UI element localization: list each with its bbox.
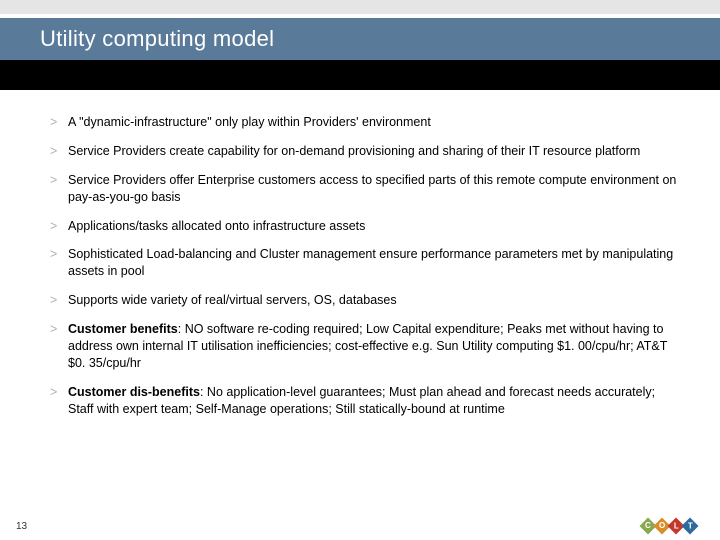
bullet-lead: Customer dis-benefits — [68, 385, 200, 399]
bullet-lead: Customer benefits — [68, 322, 178, 336]
footer: 13 C O L T — [0, 512, 720, 540]
list-item: Sophisticated Load-balancing and Cluster… — [50, 246, 680, 280]
list-item: Customer benefits: NO software re-coding… — [50, 321, 680, 372]
bullet-list: A "dynamic-infrastructure" only play wit… — [50, 114, 680, 417]
title-band: Utility computing model — [0, 18, 720, 60]
list-item: Service Providers create capability for … — [50, 143, 680, 160]
content-area: A "dynamic-infrastructure" only play wit… — [0, 90, 720, 417]
list-item: Applications/tasks allocated onto infras… — [50, 218, 680, 235]
logo-diamond-t: T — [682, 518, 699, 535]
list-item: Service Providers offer Enterprise custo… — [50, 172, 680, 206]
list-item: Supports wide variety of real/virtual se… — [50, 292, 680, 309]
top-gray-bar — [0, 0, 720, 14]
bullet-text: Supports wide variety of real/virtual se… — [68, 293, 397, 307]
page-number: 13 — [16, 521, 27, 532]
bullet-text: Service Providers offer Enterprise custo… — [68, 173, 676, 204]
bullet-text: Service Providers create capability for … — [68, 144, 640, 158]
slide-title: Utility computing model — [40, 26, 720, 52]
colt-logo: C O L T — [642, 520, 696, 532]
bullet-text: Applications/tasks allocated onto infras… — [68, 219, 365, 233]
list-item: A "dynamic-infrastructure" only play wit… — [50, 114, 680, 131]
black-band — [0, 60, 720, 90]
list-item: Customer dis-benefits: No application-le… — [50, 384, 680, 418]
bullet-text: Sophisticated Load-balancing and Cluster… — [68, 247, 673, 278]
bullet-text: A "dynamic-infrastructure" only play wit… — [68, 115, 431, 129]
